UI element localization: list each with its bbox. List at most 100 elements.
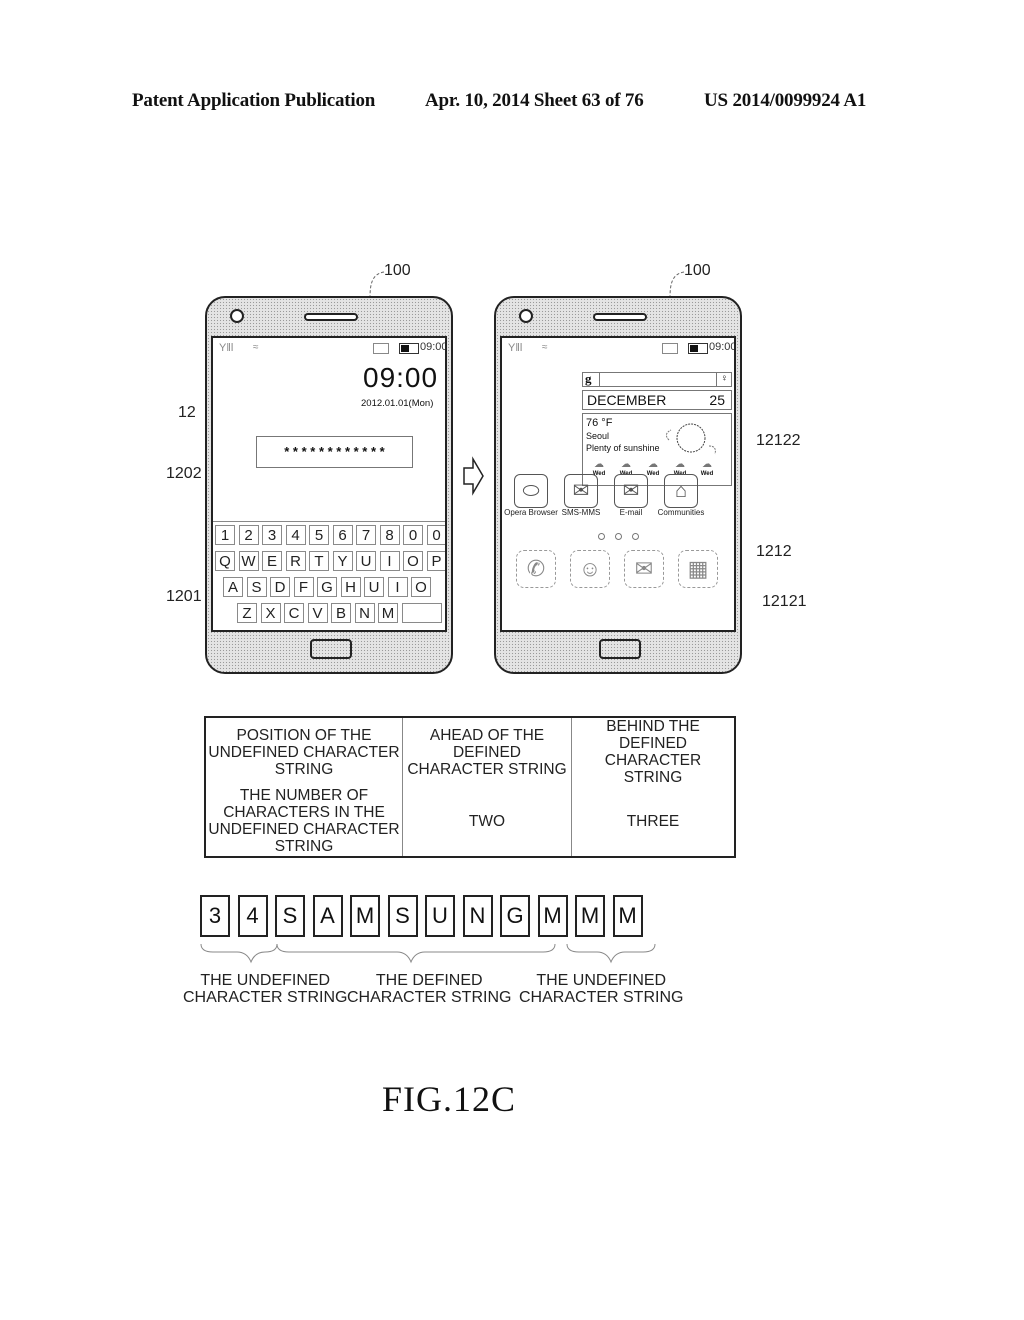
key-h[interactable]: H bbox=[340, 577, 361, 597]
battery-icon bbox=[399, 343, 419, 354]
key-x[interactable]: X bbox=[260, 603, 281, 623]
wifi-icon: ≈ bbox=[542, 342, 548, 353]
key-space[interactable] bbox=[401, 603, 442, 623]
key-s[interactable]: S bbox=[246, 577, 267, 597]
dock: ✆ ☺ ✉ ▦ bbox=[502, 458, 734, 630]
date: 2012.01.01(Mon) bbox=[361, 398, 434, 409]
char-box: S bbox=[275, 895, 305, 937]
key-1[interactable]: 1 bbox=[215, 525, 235, 545]
key-f[interactable]: F bbox=[293, 577, 314, 597]
status-bar: Y‖l ≈ 09:00 bbox=[502, 341, 734, 356]
key-0[interactable]: 0 bbox=[426, 525, 445, 545]
key-i[interactable]: I bbox=[379, 551, 400, 571]
key-w[interactable]: W bbox=[238, 551, 259, 571]
publication-date-sheet: Apr. 10, 2014 Sheet 63 of 76 bbox=[425, 90, 644, 111]
ref-screen: 12 bbox=[178, 404, 196, 421]
calendar-month: DECEMBER bbox=[587, 392, 667, 408]
key-8[interactable]: 8 bbox=[379, 525, 400, 545]
char-box: G bbox=[500, 895, 530, 937]
key-a[interactable]: A bbox=[223, 577, 243, 597]
group-label-undefined-left: THE UNDEFINED CHARACTER STRING bbox=[183, 972, 348, 1006]
home-button[interactable] bbox=[310, 639, 352, 659]
ref-widget: 12122 bbox=[756, 432, 801, 449]
key-y[interactable]: Y bbox=[332, 551, 353, 571]
password-input[interactable]: * * * * * * * * * * * * bbox=[256, 436, 413, 468]
search-logo: g bbox=[585, 371, 592, 386]
virtual-keyboard: 1234567800QWERTYUIOPASDFGHUIOZXCVBNM bbox=[213, 521, 445, 630]
key-i[interactable]: I bbox=[387, 577, 408, 597]
key-2[interactable]: 2 bbox=[238, 525, 259, 545]
key-e[interactable]: E bbox=[262, 551, 282, 571]
group-label-undefined-right: THE UNDEFINED CHARACTER STRING bbox=[519, 972, 684, 1006]
key-q[interactable]: Q bbox=[215, 551, 235, 571]
message-icon: ✉ bbox=[634, 556, 654, 581]
dock-phone[interactable]: ✆ bbox=[516, 550, 556, 588]
home-button[interactable] bbox=[599, 639, 641, 659]
table-row: THE NUMBER OF CHARACTERS IN THE UNDEFINE… bbox=[205, 786, 736, 857]
lock-screen-display: Y‖l ≈ 09:00 09:00 2012.01.01(Mon) * * * … bbox=[211, 336, 447, 632]
microphone-icon[interactable]: ♀ bbox=[721, 373, 729, 384]
key-o[interactable]: O bbox=[411, 577, 431, 597]
char-box: M bbox=[575, 895, 605, 937]
phone-icon: ✆ bbox=[526, 556, 546, 581]
signal-icon: Y‖l bbox=[508, 342, 523, 354]
key-r[interactable]: R bbox=[285, 551, 306, 571]
camera-icon bbox=[519, 309, 533, 323]
key-d[interactable]: D bbox=[270, 577, 290, 597]
camera-icon bbox=[230, 309, 244, 323]
phone-home-screen: Y‖l ≈ 09:00 g ♀ DECEMBER 25 76 °F Seoul … bbox=[494, 296, 742, 674]
ref-keyboard: 1201 bbox=[166, 588, 202, 605]
char-box: A bbox=[312, 895, 343, 937]
key-4[interactable]: 4 bbox=[285, 525, 306, 545]
ref-home: 1212 bbox=[756, 543, 792, 560]
status-bar: Y‖l ≈ 09:00 bbox=[213, 341, 445, 356]
key-3[interactable]: 3 bbox=[262, 525, 282, 545]
key-u[interactable]: U bbox=[364, 577, 384, 597]
char-box: 3 bbox=[200, 895, 230, 937]
search-widget[interactable]: g ♀ bbox=[582, 371, 732, 387]
mail-icon bbox=[662, 343, 678, 354]
weather-temp: 76 °F bbox=[586, 417, 613, 429]
weather-desc: Plenty of sunshine bbox=[586, 443, 660, 453]
calendar-day: 25 bbox=[709, 392, 725, 408]
home-screen-display: Y‖l ≈ 09:00 g ♀ DECEMBER 25 76 °F Seoul … bbox=[500, 336, 736, 632]
key-5[interactable]: 5 bbox=[309, 525, 329, 545]
figure-label: FIG.12C bbox=[382, 1079, 517, 1119]
key-u[interactable]: U bbox=[356, 551, 376, 571]
table-cell: POSITION OF THE UNDEFINED CHARACTER STRI… bbox=[205, 717, 403, 786]
key-n[interactable]: N bbox=[354, 603, 375, 623]
key-7[interactable]: 7 bbox=[356, 525, 376, 545]
key-z[interactable]: Z bbox=[237, 603, 257, 623]
key-b[interactable]: B bbox=[331, 603, 351, 623]
char-box: M bbox=[612, 895, 643, 937]
char-box: U bbox=[425, 895, 455, 937]
key-6[interactable]: 6 bbox=[332, 525, 353, 545]
dock-message[interactable]: ✉ bbox=[624, 550, 664, 588]
signal-icon: Y‖l bbox=[219, 342, 234, 354]
table-row: POSITION OF THE UNDEFINED CHARACTER STRI… bbox=[205, 717, 736, 786]
char-box: M bbox=[537, 895, 568, 937]
key-0[interactable]: 0 bbox=[403, 525, 423, 545]
key-m[interactable]: M bbox=[378, 603, 398, 623]
table-cell: AHEAD OF THE DEFINED CHARACTER STRING bbox=[402, 717, 572, 786]
transition-arrow-icon bbox=[463, 456, 484, 496]
battery-icon bbox=[688, 343, 708, 354]
key-p[interactable]: P bbox=[426, 551, 445, 571]
key-g[interactable]: G bbox=[317, 577, 337, 597]
wifi-icon: ≈ bbox=[253, 342, 259, 353]
publication-type: Patent Application Publication bbox=[132, 90, 376, 111]
char-box: M bbox=[350, 895, 380, 937]
key-v[interactable]: V bbox=[307, 603, 328, 623]
group-braces bbox=[200, 943, 656, 964]
key-t[interactable]: T bbox=[309, 551, 329, 571]
contacts-icon: ☺ bbox=[578, 556, 602, 581]
ref-input: 1202 bbox=[166, 465, 202, 482]
dock-apps-grid[interactable]: ▦ bbox=[678, 550, 718, 588]
key-o[interactable]: O bbox=[403, 551, 423, 571]
calendar-widget[interactable]: DECEMBER 25 bbox=[582, 390, 732, 410]
table-cell: BEHIND THE DEFINED CHARACTER STRING bbox=[571, 717, 736, 786]
speaker-grille bbox=[593, 313, 647, 321]
weather-city: Seoul bbox=[586, 431, 610, 441]
dock-contacts[interactable]: ☺ bbox=[570, 550, 610, 588]
key-c[interactable]: C bbox=[284, 603, 304, 623]
